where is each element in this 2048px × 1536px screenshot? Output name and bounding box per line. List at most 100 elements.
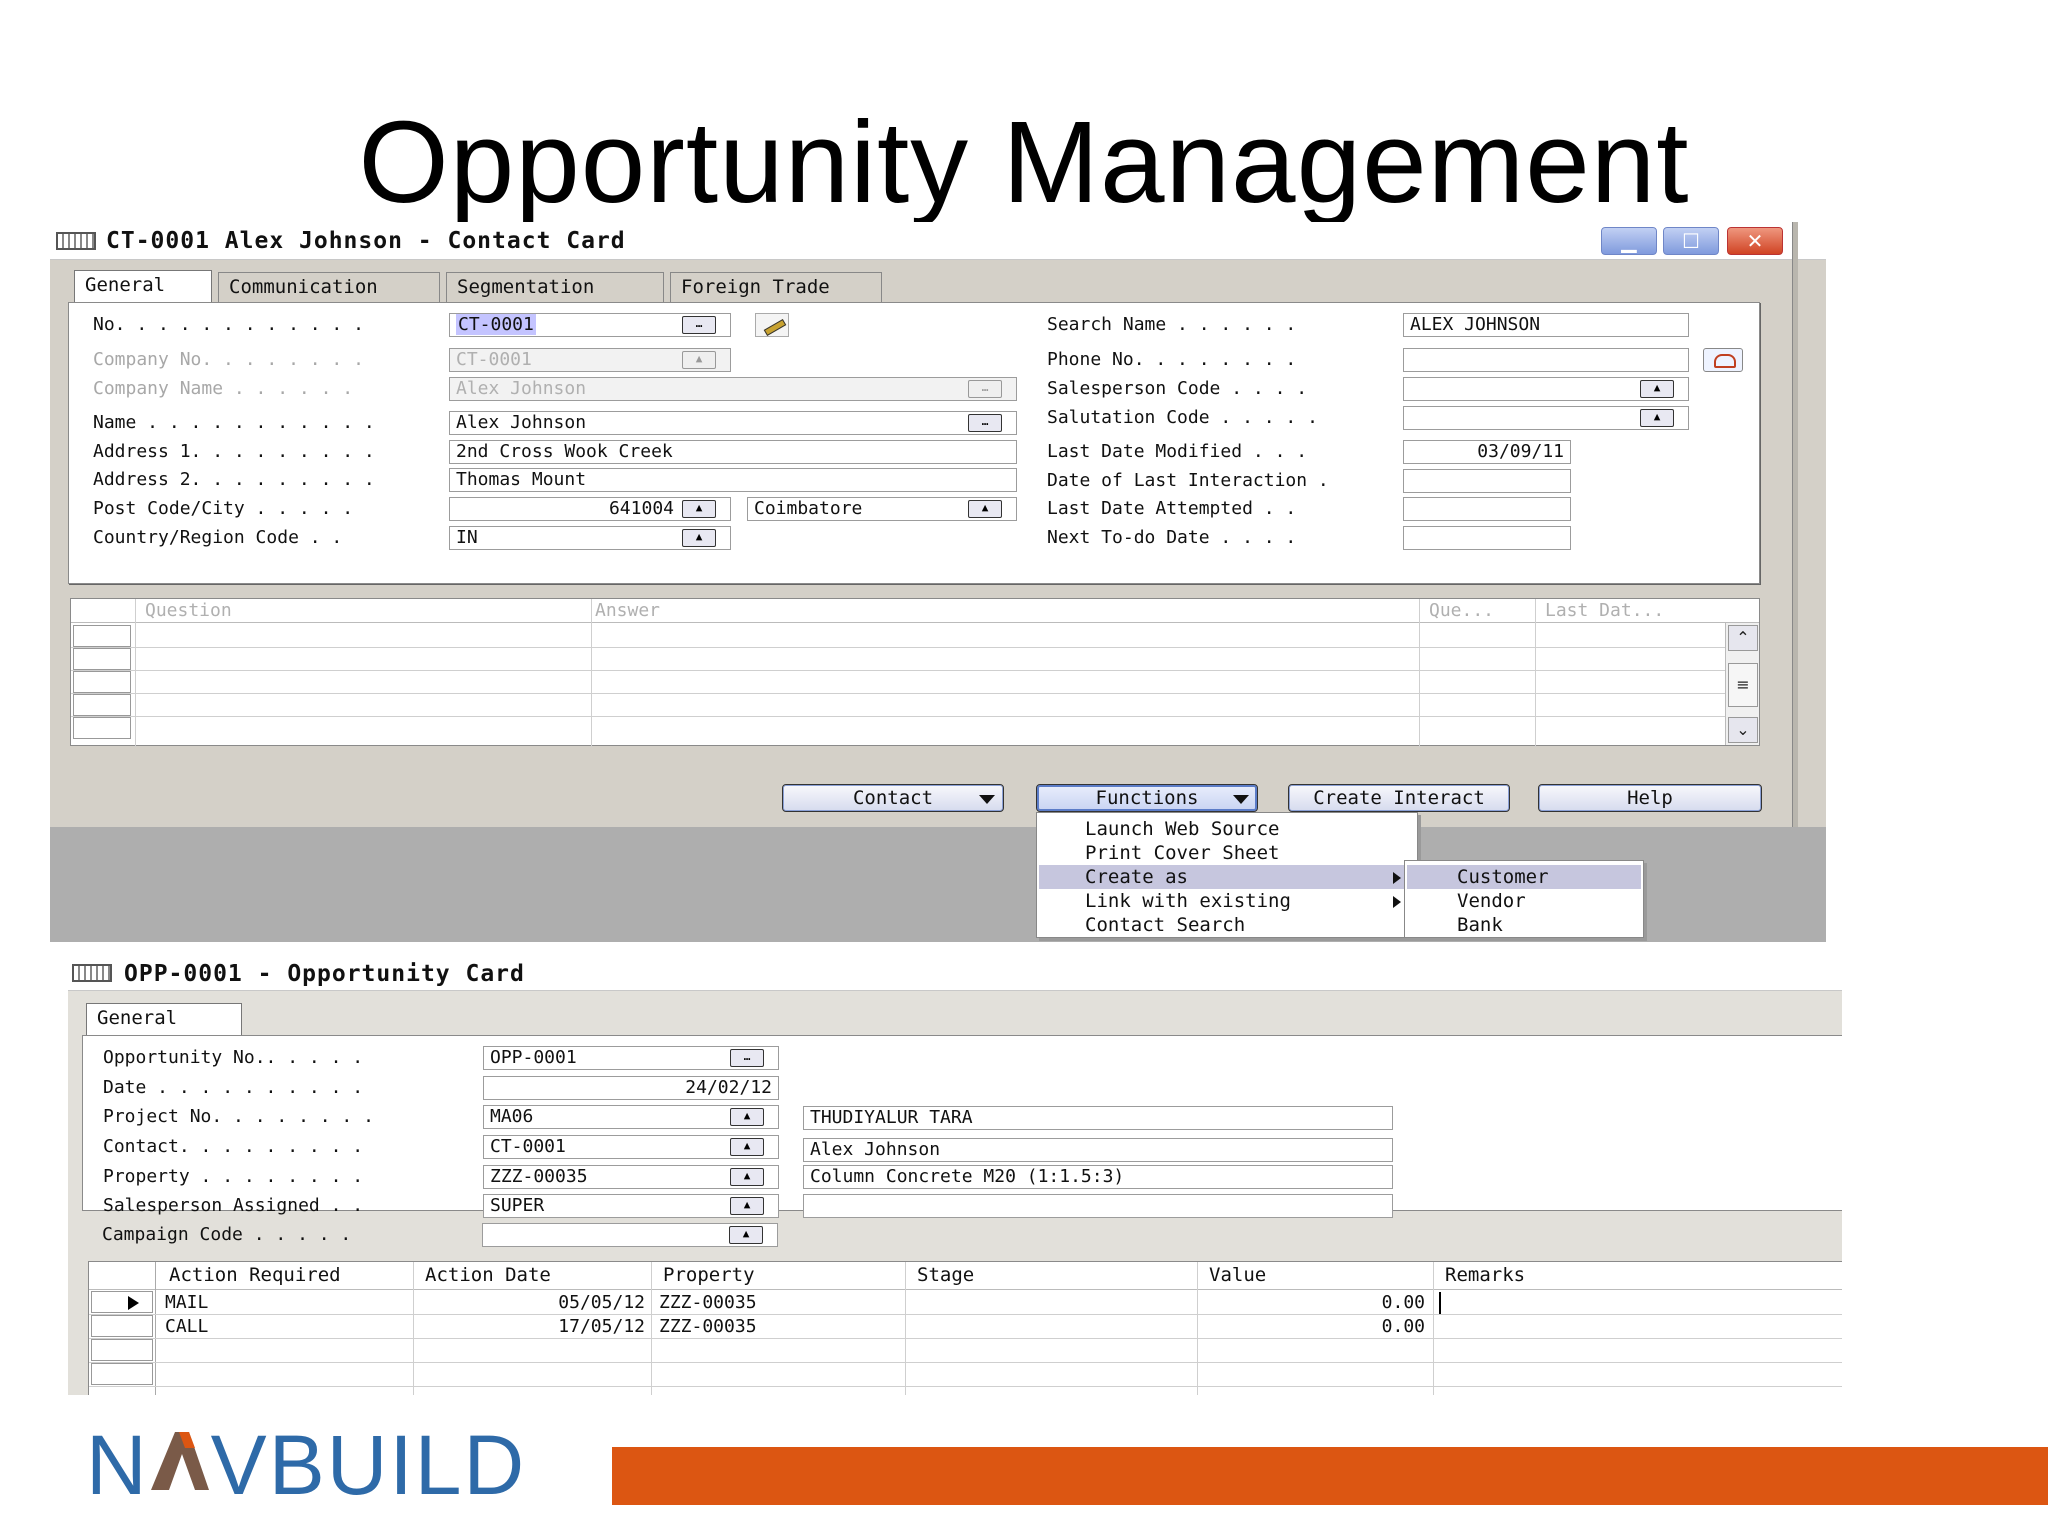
opportunity-card-titlebar[interactable]: OPP-0001 - Opportunity Card [68, 955, 1842, 991]
row-2-action[interactable]: CALL [165, 1316, 208, 1338]
scroll-thumb[interactable]: ≡ [1728, 663, 1758, 707]
row-selector[interactable] [73, 648, 131, 670]
ellipsis-icon[interactable]: … [682, 316, 716, 334]
tab-segmentation[interactable]: Segmentation [446, 272, 664, 302]
label-contact: Contact. . . . . . . . . [103, 1136, 364, 1157]
row-2-property[interactable]: ZZZ-00035 [659, 1316, 757, 1338]
date-field[interactable]: 24/02/12 [483, 1076, 779, 1100]
col-property[interactable]: Property [663, 1262, 755, 1288]
profile-grid[interactable]: Question Answer Que... Last Dat... ⌃ ≡ ⌄ [70, 598, 1760, 747]
lookup-arrow-icon[interactable]: ▲ [682, 529, 716, 547]
salutation-code-field[interactable]: ▲ [1403, 406, 1689, 430]
col-stage[interactable]: Stage [917, 1262, 974, 1288]
lookup-arrow-icon[interactable]: ▲ [730, 1108, 764, 1126]
scroll-up-icon[interactable]: ⌃ [1728, 625, 1758, 651]
menu-item-contact-search[interactable]: Contact Search [1039, 913, 1415, 937]
row-1-action[interactable]: MAIL [165, 1292, 208, 1314]
menu-item-print-cover-sheet[interactable]: Print Cover Sheet [1039, 841, 1415, 865]
project-no-field[interactable]: MA06 ▲ [483, 1105, 779, 1129]
tab-general[interactable]: General [86, 1003, 242, 1035]
salesperson-assigned-field[interactable]: SUPER ▲ [483, 1194, 779, 1218]
row-selector[interactable] [91, 1339, 153, 1361]
opportunity-lines-grid[interactable]: Action Required Action Date Property Sta… [88, 1261, 1842, 1395]
lookup-arrow-icon[interactable]: ▲ [730, 1138, 764, 1156]
lookup-arrow-icon[interactable]: ▲ [682, 500, 716, 518]
lookup-arrow-icon[interactable]: ▲ [1640, 380, 1674, 398]
minimize-icon: ▁ [1621, 229, 1637, 253]
row-1-remarks-input[interactable] [1439, 1292, 1839, 1314]
salesperson-code-field[interactable]: ▲ [1403, 377, 1689, 401]
logo-text-vbuild: VBUILD [210, 1418, 527, 1512]
menu-item-vendor[interactable]: Vendor [1407, 889, 1641, 913]
label-opportunity-no: Opportunity No.. . . . . [103, 1047, 364, 1068]
row-selector[interactable] [91, 1291, 153, 1313]
city-field[interactable]: Coimbatore ▲ [747, 497, 1017, 521]
property-field[interactable]: ZZZ-00035 ▲ [483, 1165, 779, 1189]
lookup-arrow-icon[interactable]: ▲ [968, 500, 1002, 518]
create-as-submenu: Customer Vendor Bank [1404, 860, 1644, 938]
col-last-date[interactable]: Last Dat... [1545, 599, 1664, 623]
ellipsis-icon[interactable]: … [968, 414, 1002, 432]
search-name-field[interactable]: ALEX JOHNSON [1403, 313, 1689, 337]
menu-item-link-with-existing[interactable]: Link with existing [1039, 889, 1415, 913]
ellipsis-icon[interactable]: … [730, 1049, 764, 1067]
opportunity-no-field[interactable]: OPP-0001… [483, 1046, 779, 1070]
country-region-field[interactable]: IN ▲ [449, 526, 731, 550]
tab-general[interactable]: General [74, 270, 212, 302]
tab-foreign-trade[interactable]: Foreign Trade [670, 272, 882, 302]
row-selector[interactable] [73, 694, 131, 716]
row-2-value[interactable]: 0.00 [1203, 1316, 1425, 1338]
create-interact-button[interactable]: Create Interact [1288, 784, 1510, 812]
address-1-field[interactable]: 2nd Cross Wook Creek [449, 440, 1017, 464]
row-1-value[interactable]: 0.00 [1203, 1292, 1425, 1314]
col-question[interactable]: Question [145, 599, 232, 623]
functions-menu-button[interactable]: Functions [1036, 784, 1258, 812]
menu-item-bank[interactable]: Bank [1407, 913, 1641, 937]
label-property: Property . . . . . . . . [103, 1166, 364, 1187]
row-1-property[interactable]: ZZZ-00035 [659, 1292, 757, 1314]
col-answer[interactable]: Answer [595, 599, 660, 623]
row-2-date[interactable]: 17/05/12 [419, 1316, 645, 1338]
campaign-code-field[interactable]: ▲ [482, 1223, 778, 1247]
scroll-down-icon[interactable]: ⌄ [1728, 717, 1758, 743]
lookup-arrow-icon[interactable]: ▲ [1640, 409, 1674, 427]
row-1-date[interactable]: 05/05/12 [419, 1292, 645, 1314]
row-selector[interactable] [73, 717, 131, 739]
col-questionnaire[interactable]: Que... [1429, 599, 1494, 623]
contact-field[interactable]: CT-0001 ▲ [483, 1135, 779, 1159]
col-action-date[interactable]: Action Date [425, 1262, 551, 1288]
lookup-arrow-icon[interactable]: ▲ [730, 1197, 764, 1215]
edit-pencil-icon[interactable] [755, 313, 789, 337]
grid-line [89, 1386, 1842, 1387]
label-next-todo-date: Next To-do Date . . . . [1047, 527, 1297, 548]
phone-dial-icon[interactable] [1703, 348, 1743, 372]
address-2-field[interactable]: Thomas Mount [449, 468, 1017, 492]
col-remarks[interactable]: Remarks [1445, 1262, 1525, 1288]
menu-item-launch-web-source[interactable]: Launch Web Source [1039, 817, 1415, 841]
no-field[interactable]: CT-0001… [449, 313, 731, 337]
phone-no-field[interactable] [1403, 348, 1689, 372]
tab-communication[interactable]: Communication [218, 272, 440, 302]
row-selector[interactable] [91, 1315, 153, 1337]
row-selector[interactable] [73, 671, 131, 693]
lookup-arrow-icon[interactable]: ▲ [730, 1168, 764, 1186]
lookup-arrow-icon[interactable]: ▲ [729, 1226, 763, 1244]
row-selector[interactable] [73, 625, 131, 647]
menu-item-create-as[interactable]: Create as [1039, 865, 1415, 889]
label-company-name: Company Name . . . . . . [93, 378, 354, 399]
name-field[interactable]: Alex Johnson… [449, 411, 1017, 435]
contact-card-titlebar[interactable]: CT-0001 Alex Johnson - Contact Card ▁ ☐ … [50, 222, 1826, 260]
grid-line [651, 1262, 652, 1395]
col-action-required[interactable]: Action Required [169, 1262, 341, 1288]
maximize-button[interactable]: ☐ [1662, 226, 1720, 256]
post-code-field[interactable]: 641004 ▲ [449, 497, 731, 521]
vertical-scrollbar[interactable]: ⌃ ≡ ⌄ [1725, 623, 1759, 745]
minimize-button[interactable]: ▁ [1600, 226, 1658, 256]
col-value[interactable]: Value [1209, 1262, 1266, 1288]
row-selector[interactable] [91, 1363, 153, 1385]
menu-item-customer[interactable]: Customer [1407, 865, 1641, 889]
help-button[interactable]: Help [1538, 784, 1762, 812]
functions-menu: Launch Web Source Print Cover Sheet Crea… [1036, 812, 1418, 938]
close-button[interactable]: ✕ [1726, 226, 1784, 256]
contact-menu-button[interactable]: Contact [782, 784, 1004, 812]
